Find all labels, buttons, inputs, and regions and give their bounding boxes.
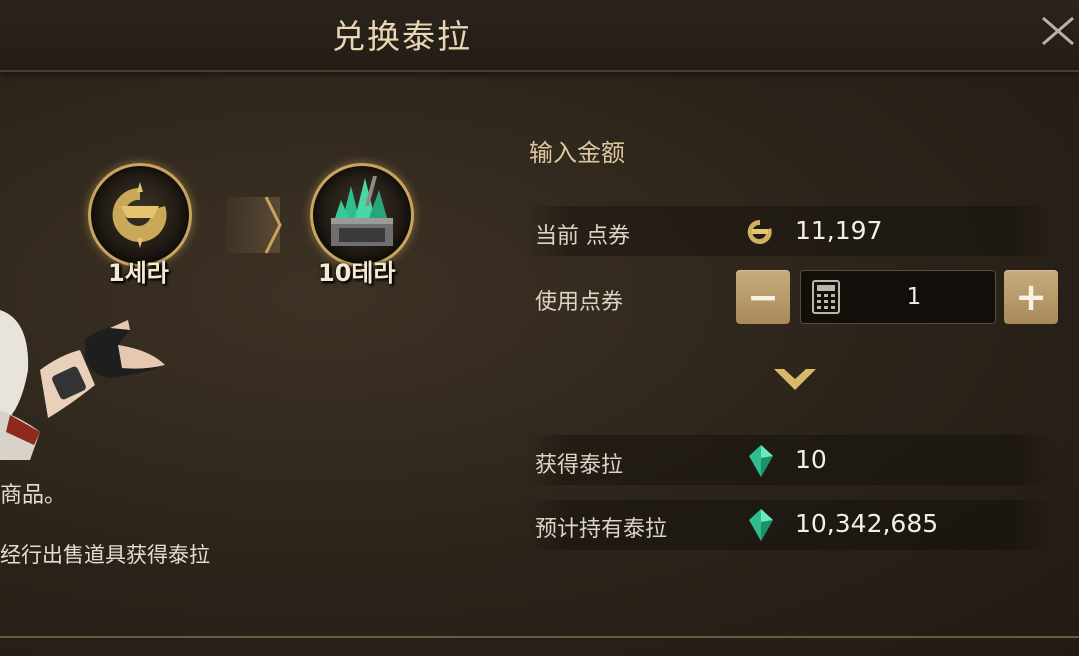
cera-coin xyxy=(88,163,192,267)
quantity-value[interactable]: 1 xyxy=(864,284,964,310)
current-points-value: 11,197 xyxy=(795,216,883,245)
expected-tera-label: 预计持有泰拉 xyxy=(535,517,668,542)
minus-icon: − xyxy=(747,275,779,319)
gem-icon xyxy=(749,445,773,477)
chevron-down-icon xyxy=(774,369,816,390)
increase-button[interactable]: + xyxy=(1004,270,1058,324)
description-line-2: 经行出售道具获得泰拉 xyxy=(0,543,210,567)
gain-tera-label: 获得泰拉 xyxy=(535,453,624,478)
gem-icon xyxy=(749,509,773,541)
current-points-label: 当前 点券 xyxy=(535,224,630,249)
calculator-icon[interactable] xyxy=(812,280,840,314)
tera-crystal-icon xyxy=(331,176,393,246)
dialog-header: 兑换泰拉 xyxy=(0,0,1079,72)
use-points-label: 使用点券 xyxy=(535,290,624,315)
footer-divider xyxy=(0,636,1079,638)
decrease-button[interactable]: − xyxy=(736,270,790,324)
plus-icon: + xyxy=(1015,275,1047,319)
expected-tera-value: 10,342,685 xyxy=(795,509,939,538)
to-currency-label: 10테라 xyxy=(318,259,396,287)
description-line-1: 商品。 xyxy=(0,483,67,508)
dialog-title: 兑换泰拉 xyxy=(332,17,472,56)
cera-coin-icon xyxy=(112,182,167,248)
input-amount-title: 输入金额 xyxy=(529,139,625,167)
close-icon[interactable] xyxy=(1035,8,1079,52)
from-currency-label: 1세라 xyxy=(108,259,169,287)
cera-coin-icon xyxy=(747,219,772,244)
arrow-right-icon xyxy=(264,196,282,254)
exchange-dialog: 兑换泰拉 1세라 10테라 商品。 经行出售道具获得泰拉 输入金额 当前 点券 … xyxy=(0,0,1079,656)
tera-crystal-coin xyxy=(310,163,414,267)
gain-tera-value: 10 xyxy=(795,445,827,474)
close-button[interactable] xyxy=(1035,8,1079,52)
